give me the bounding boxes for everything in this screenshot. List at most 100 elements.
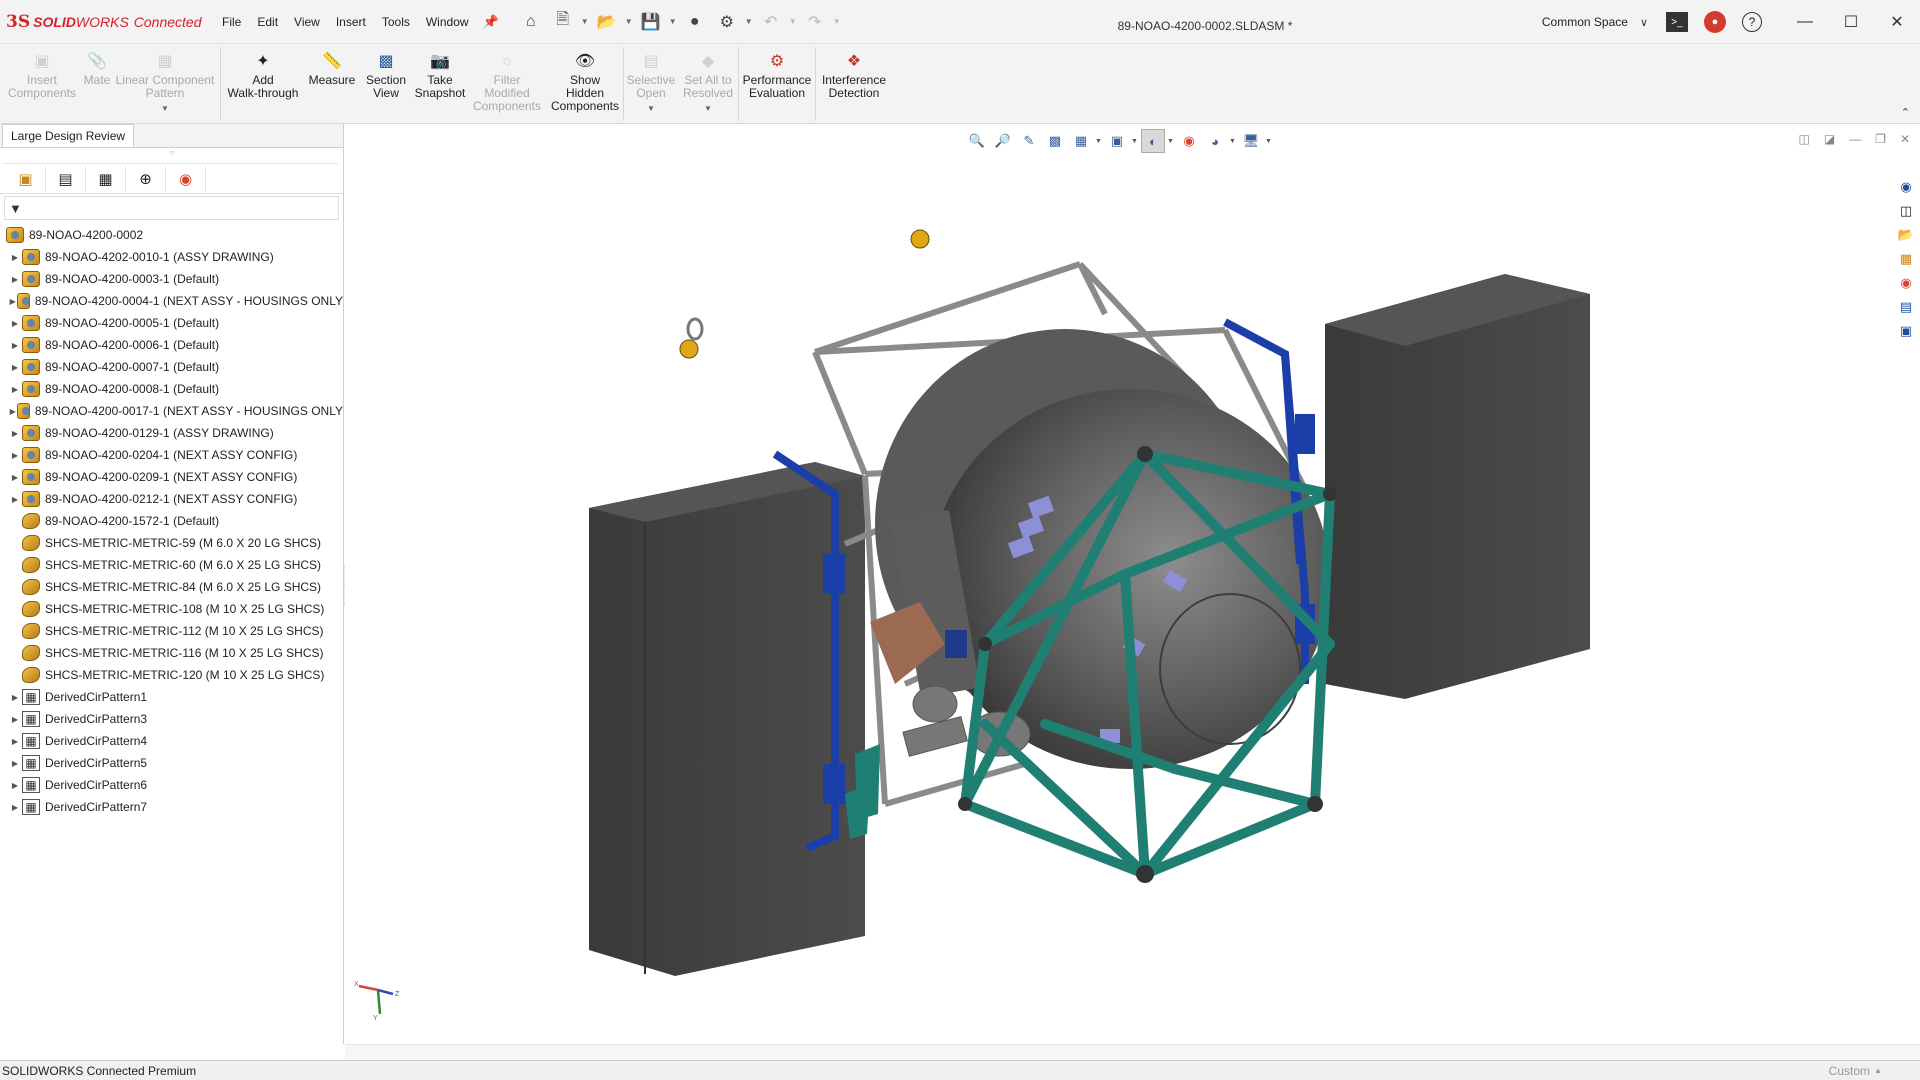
set-all-resolved-button[interactable]: ◆ Set All to Resolved ▼ xyxy=(678,44,738,123)
expand-arrow-icon[interactable]: ▶ xyxy=(8,253,22,262)
tree-item[interactable]: ▶ 89-NOAO-4200-0007-1 (Default) xyxy=(0,356,343,378)
insert-components-button[interactable]: ▣ Insert Components xyxy=(0,44,84,123)
user-avatar-icon[interactable]: ● xyxy=(1704,11,1726,33)
expand-arrow-icon[interactable]: ▶ xyxy=(8,693,22,702)
expand-arrow-icon[interactable]: ▶ xyxy=(8,495,22,504)
units-dropdown-arrow[interactable]: ▲ xyxy=(1874,1066,1882,1075)
tree-item[interactable]: SHCS-METRIC-METRIC-84 (M 6.0 X 25 LG SHC… xyxy=(0,576,343,598)
propertymanager-tab-icon[interactable]: ▤ xyxy=(46,165,86,192)
tree-item[interactable]: ▶ 89-NOAO-4200-0004-1 (NEXT ASSY - HOUSIN… xyxy=(0,290,343,312)
traffic-light-icon[interactable]: ● xyxy=(681,9,709,35)
expand-arrow-icon[interactable]: ▶ xyxy=(8,451,22,460)
close-icon[interactable]: ✕ xyxy=(1874,0,1920,44)
open-folder-icon[interactable]: 📂 xyxy=(593,9,621,35)
interference-detection-button[interactable]: ❖ Interference Detection xyxy=(816,44,892,123)
collapse-ribbon-icon[interactable]: ⌃ xyxy=(1901,106,1910,119)
show-hidden-components-button[interactable]: 👁 Show Hidden Components xyxy=(547,44,623,123)
solidworks-resources-icon[interactable]: ◉ xyxy=(1894,176,1918,198)
minimize-icon[interactable]: — xyxy=(1782,0,1828,44)
appearances-icon[interactable]: ◉ xyxy=(1894,272,1918,294)
graphics-area[interactable]: 🔍 🔎 ✎ ▩ ▦▼ ▣▼ ◐▼ ◉ ◕▼ 🖥▼ ◫ ◪ — ❐ ✕ xyxy=(345,124,1920,1044)
expand-arrow-icon[interactable]: ▶ xyxy=(8,363,22,372)
tree-item[interactable]: 89-NOAO-4200-1572-1 (Default) xyxy=(0,510,343,532)
solidworks-forum-icon[interactable]: ▣ xyxy=(1894,320,1918,342)
save-dropdown-arrow[interactable]: ▼ xyxy=(669,17,677,26)
tree-item[interactable]: ▶ 89-NOAO-4200-0212-1 (NEXT ASSY CONFIG) xyxy=(0,488,343,510)
assembly-model-render[interactable] xyxy=(345,124,1920,1044)
tree-item[interactable]: ▶ 89-NOAO-4200-0006-1 (Default) xyxy=(0,334,343,356)
linear-component-pattern-button[interactable]: ▦ Linear Component Pattern ▼ xyxy=(110,44,220,123)
set-resolved-dropdown-arrow[interactable]: ▼ xyxy=(704,102,712,115)
performance-evaluation-button[interactable]: ⚙ Performance Evaluation xyxy=(739,44,815,123)
expand-arrow-icon[interactable]: ▶ xyxy=(8,759,22,768)
selective-open-button[interactable]: ▤ Selective Open ▼ xyxy=(624,44,678,123)
expand-arrow-icon[interactable]: ▶ xyxy=(8,407,17,416)
expand-arrow-icon[interactable]: ▶ xyxy=(8,737,22,746)
configurationmanager-tab-icon[interactable]: ▦ xyxy=(86,165,126,192)
tree-item[interactable]: ▶ 89-NOAO-4200-0003-1 (Default) xyxy=(0,268,343,290)
tree-item[interactable]: SHCS-METRIC-METRIC-59 (M 6.0 X 20 LG SHC… xyxy=(0,532,343,554)
tree-item[interactable]: SHCS-METRIC-METRIC-120 (M 10 X 25 LG SHC… xyxy=(0,664,343,686)
expand-arrow-icon[interactable]: ▶ xyxy=(8,803,22,812)
expand-arrow-icon[interactable]: ▶ xyxy=(8,715,22,724)
panel-grip[interactable]: ○ xyxy=(4,148,339,164)
expand-arrow-icon[interactable]: ▶ xyxy=(8,275,22,284)
take-snapshot-button[interactable]: 📷 Take Snapshot xyxy=(413,44,467,123)
tree-item[interactable]: ▶ ▦ DerivedCirPattern1 xyxy=(0,686,343,708)
help-icon[interactable]: ? xyxy=(1742,12,1762,32)
file-explorer-icon[interactable]: 📂 xyxy=(1894,224,1918,246)
tree-item[interactable]: ▶ 89-NOAO-4200-0129-1 (ASSY DRAWING) xyxy=(0,422,343,444)
undo-dropdown-arrow[interactable]: ▼ xyxy=(789,17,797,26)
menu-window[interactable]: Window xyxy=(418,11,477,33)
expand-arrow-icon[interactable]: ▶ xyxy=(8,781,22,790)
tree-root-item[interactable]: 89-NOAO-4200-0002 xyxy=(0,224,343,246)
expand-arrow-icon[interactable]: ▶ xyxy=(8,385,22,394)
selective-open-dropdown-arrow[interactable]: ▼ xyxy=(647,102,655,115)
command-prompt-icon[interactable]: >_ xyxy=(1666,12,1688,32)
menu-tools[interactable]: Tools xyxy=(374,11,418,33)
tree-item[interactable]: ▶ 89-NOAO-4200-0209-1 (NEXT ASSY CONFIG) xyxy=(0,466,343,488)
menu-insert[interactable]: Insert xyxy=(328,11,374,33)
tree-item[interactable]: SHCS-METRIC-METRIC-116 (M 10 X 25 LG SHC… xyxy=(0,642,343,664)
solidworks-logo[interactable]: 3S SOLID WORKS Connected xyxy=(6,12,206,32)
view-palette-icon[interactable]: ▦ xyxy=(1894,248,1918,270)
tree-item[interactable]: ▶ 89-NOAO-4200-0017-1 (NEXT ASSY - HOUSIN… xyxy=(0,400,343,422)
tree-filter-input[interactable]: ▼ xyxy=(4,196,339,220)
filter-modified-components-button[interactable]: ○ Filter Modified Components xyxy=(467,44,547,123)
tree-item[interactable]: ▶ 89-NOAO-4200-0204-1 (NEXT ASSY CONFIG) xyxy=(0,444,343,466)
save-icon[interactable]: 💾 xyxy=(637,9,665,35)
tree-item[interactable]: ▶ ▦ DerivedCirPattern3 xyxy=(0,708,343,730)
expand-arrow-icon[interactable]: ▶ xyxy=(8,341,22,350)
tree-item[interactable]: ▶ 89-NOAO-4200-0008-1 (Default) xyxy=(0,378,343,400)
redo-dropdown-arrow[interactable]: ▼ xyxy=(833,17,841,26)
tree-item[interactable]: ▶ ▦ DerivedCirPattern6 xyxy=(0,774,343,796)
chevron-down-icon[interactable]: ∨ xyxy=(1640,16,1648,29)
featuremanager-tab-icon[interactable]: ▣ xyxy=(6,165,46,192)
new-dropdown-arrow[interactable]: ▼ xyxy=(581,17,589,26)
measure-button[interactable]: 📏 Measure xyxy=(305,44,359,123)
linear-pattern-dropdown-arrow[interactable]: ▼ xyxy=(161,102,169,115)
home-icon[interactable]: ⌂ xyxy=(517,9,545,35)
redo-icon[interactable]: ↷ xyxy=(801,9,829,35)
tree-item[interactable]: SHCS-METRIC-METRIC-112 (M 10 X 25 LG SHC… xyxy=(0,620,343,642)
undo-icon[interactable]: ↶ xyxy=(757,9,785,35)
display-manager-tab-icon[interactable]: ◉ xyxy=(166,165,206,192)
dimxpert-tab-icon[interactable]: ⊕ xyxy=(126,165,166,192)
tree-item[interactable]: SHCS-METRIC-METRIC-108 (M 10 X 25 LG SHC… xyxy=(0,598,343,620)
mate-button[interactable]: 📎 Mate xyxy=(84,44,111,123)
tree-item[interactable]: ▶ 89-NOAO-4202-0010-1 (ASSY DRAWING) xyxy=(0,246,343,268)
options-dropdown-arrow[interactable]: ▼ xyxy=(745,17,753,26)
tree-item[interactable]: ▶ ▦ DerivedCirPattern7 xyxy=(0,796,343,818)
tab-large-design-review[interactable]: Large Design Review xyxy=(2,124,135,147)
pin-menu-icon[interactable]: 📌 xyxy=(483,14,499,30)
open-dropdown-arrow[interactable]: ▼ xyxy=(625,17,633,26)
design-library-icon[interactable]: ◫ xyxy=(1894,200,1918,222)
options-gear-icon[interactable]: ⚙ xyxy=(713,9,741,35)
expand-arrow-icon[interactable]: ▶ xyxy=(8,473,22,482)
add-walkthrough-button[interactable]: ✦ Add Walk-through xyxy=(221,44,305,123)
expand-arrow-icon[interactable]: ▶ xyxy=(8,297,17,306)
expand-arrow-icon[interactable]: ▶ xyxy=(8,319,22,328)
tree-item[interactable]: SHCS-METRIC-METRIC-60 (M 6.0 X 25 LG SHC… xyxy=(0,554,343,576)
units-selector[interactable]: Custom xyxy=(1829,1064,1870,1078)
section-view-button[interactable]: ▩ Section View xyxy=(359,44,413,123)
